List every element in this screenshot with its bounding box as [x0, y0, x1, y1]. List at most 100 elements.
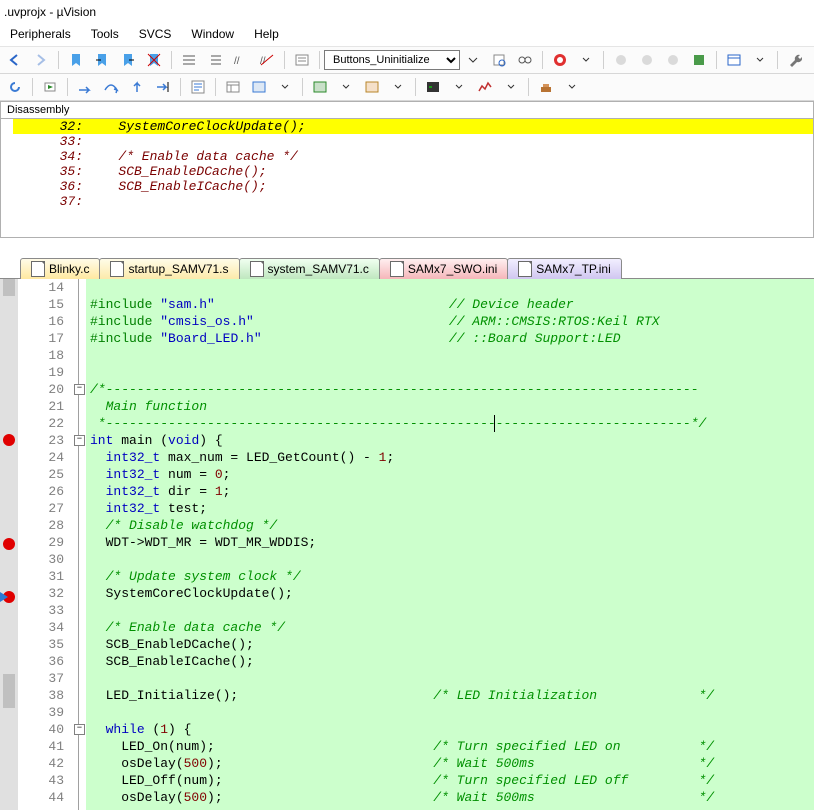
menu-svcs[interactable]: SVCS — [129, 24, 182, 44]
breakpoint-gutter[interactable] — [0, 640, 18, 657]
find-icon[interactable] — [290, 48, 314, 72]
fold-gutter[interactable] — [72, 347, 86, 364]
code-line[interactable]: /* Disable watchdog */ — [86, 517, 814, 534]
show-code-icon[interactable] — [186, 75, 210, 99]
code-line[interactable]: WDT->WDT_MR = WDT_MR_WDDIS; — [86, 534, 814, 551]
breakpoint-gutter[interactable] — [0, 572, 18, 589]
code-line[interactable]: LED_Initialize(); /* LED Initialization … — [86, 687, 814, 704]
outdent-icon[interactable] — [203, 48, 227, 72]
code-line[interactable]: /* Update system clock */ — [86, 568, 814, 585]
fold-gutter[interactable]: − — [72, 721, 86, 738]
tab-startup_samv71-s[interactable]: startup_SAMV71.s — [99, 258, 239, 279]
code-editor[interactable]: 1415161718192021222324252627282930313233… — [0, 279, 814, 810]
code-line[interactable]: SystemCoreClockUpdate(); — [86, 585, 814, 602]
dropdown9-icon[interactable] — [560, 75, 584, 99]
fold-gutter[interactable] — [72, 466, 86, 483]
code-line[interactable]: int32_t max_num = LED_GetCount() - 1; — [86, 449, 814, 466]
code-line[interactable]: #include "sam.h" // Device header — [86, 296, 814, 313]
breakpoint-gutter[interactable] — [0, 725, 18, 742]
code-line[interactable]: #include "cmsis_os.h" // ARM::CMSIS:RTOS… — [86, 313, 814, 330]
menu-peripherals[interactable]: Peripherals — [0, 24, 81, 44]
code-line[interactable]: *---------------------------------------… — [86, 415, 814, 432]
comment-icon[interactable]: // — [229, 48, 253, 72]
toolbox-icon[interactable] — [534, 75, 558, 99]
breakpoint-gutter[interactable] — [0, 589, 18, 606]
fold-gutter[interactable] — [72, 415, 86, 432]
dropdown2-icon[interactable] — [574, 48, 598, 72]
step-over-icon[interactable] — [99, 75, 123, 99]
breakpoint-gutter[interactable] — [0, 398, 18, 415]
fold-gutter[interactable] — [72, 296, 86, 313]
binoculars-icon[interactable] — [513, 48, 537, 72]
breakpoint-gutter[interactable] — [0, 296, 18, 313]
fold-gutter[interactable] — [72, 534, 86, 551]
breakpoint-gutter[interactable] — [0, 347, 18, 364]
fold-gutter[interactable] — [72, 449, 86, 466]
step-out-icon[interactable] — [125, 75, 149, 99]
fold-gutter[interactable] — [72, 738, 86, 755]
fold-minus-icon[interactable]: − — [74, 435, 85, 446]
breakpoint-gutter[interactable] — [0, 538, 18, 555]
code-line[interactable]: #include "Board_LED.h" // ::Board Suppor… — [86, 330, 814, 347]
breakpoint-gutter[interactable] — [0, 313, 18, 330]
breakpoint-gutter[interactable] — [0, 279, 18, 296]
fold-gutter[interactable] — [72, 517, 86, 534]
dropdown6-icon[interactable] — [386, 75, 410, 99]
breakpoint-gutter[interactable] — [0, 606, 18, 623]
code-line[interactable]: osDelay(500); /* Wait 500ms */ — [86, 789, 814, 806]
breakpoint-gutter[interactable] — [0, 776, 18, 793]
fold-gutter[interactable] — [72, 704, 86, 721]
code-line[interactable]: int32_t num = 0; — [86, 466, 814, 483]
target-combo[interactable]: Buttons_Uninitialize — [324, 50, 460, 70]
breakpoint-gutter[interactable] — [0, 674, 18, 691]
memory-window-icon[interactable] — [308, 75, 332, 99]
dropdown7-icon[interactable] — [447, 75, 471, 99]
circle-gray3-icon[interactable] — [661, 48, 685, 72]
tab-system_samv71-c[interactable]: system_SAMV71.c — [239, 258, 380, 279]
run-icon[interactable] — [38, 75, 62, 99]
wrench-icon[interactable] — [783, 48, 807, 72]
bookmark-next-icon[interactable] — [116, 48, 140, 72]
code-line[interactable]: Main function — [86, 398, 814, 415]
code-line[interactable]: LED_Off(num); /* Turn specified LED off … — [86, 772, 814, 789]
fold-gutter[interactable] — [72, 670, 86, 687]
fold-gutter[interactable] — [72, 772, 86, 789]
fold-gutter[interactable] — [72, 364, 86, 381]
fold-gutter[interactable] — [72, 602, 86, 619]
fold-gutter[interactable] — [72, 585, 86, 602]
dropdown3-icon[interactable] — [748, 48, 772, 72]
bookmark-prev-icon[interactable] — [90, 48, 114, 72]
fold-gutter[interactable] — [72, 653, 86, 670]
uncomment-icon[interactable]: // — [255, 48, 279, 72]
back-icon[interactable] — [3, 48, 27, 72]
breakpoint-gutter[interactable] — [0, 451, 18, 468]
breakpoint-gutter[interactable] — [0, 555, 18, 572]
code-line[interactable] — [86, 602, 814, 619]
indent-icon[interactable] — [177, 48, 201, 72]
fold-gutter[interactable] — [72, 755, 86, 772]
code-line[interactable]: /* Enable data cache */ — [86, 619, 814, 636]
breakpoint-gutter[interactable] — [0, 691, 18, 708]
menu-help[interactable]: Help — [244, 24, 289, 44]
disassembly-body[interactable]: 32: SystemCoreClockUpdate();33: 34: /* E… — [13, 119, 813, 237]
fold-gutter[interactable] — [72, 398, 86, 415]
breakpoint-gutter[interactable] — [0, 759, 18, 776]
code-line[interactable]: int32_t test; — [86, 500, 814, 517]
bookmark-clear-icon[interactable] — [142, 48, 166, 72]
code-line[interactable]: LED_On(num); /* Turn specified LED on */ — [86, 738, 814, 755]
bookmark-toggle-icon[interactable] — [64, 48, 88, 72]
dropdown-icon[interactable] — [461, 48, 485, 72]
breakpoint-gutter[interactable] — [0, 415, 18, 432]
code-line[interactable]: int32_t dir = 1; — [86, 483, 814, 500]
fold-gutter[interactable] — [72, 313, 86, 330]
breakpoint-gutter[interactable] — [0, 485, 18, 502]
dropdown8-icon[interactable] — [499, 75, 523, 99]
window-layout-icon[interactable] — [221, 75, 245, 99]
breakpoint-gutter[interactable] — [0, 657, 18, 674]
tab-blinky-c[interactable]: Blinky.c — [20, 258, 100, 279]
fold-gutter[interactable] — [72, 619, 86, 636]
dropdown5-icon[interactable] — [334, 75, 358, 99]
fold-gutter[interactable] — [72, 636, 86, 653]
breakpoint-gutter[interactable] — [0, 708, 18, 725]
code-line[interactable]: osDelay(500); /* Wait 500ms */ — [86, 755, 814, 772]
